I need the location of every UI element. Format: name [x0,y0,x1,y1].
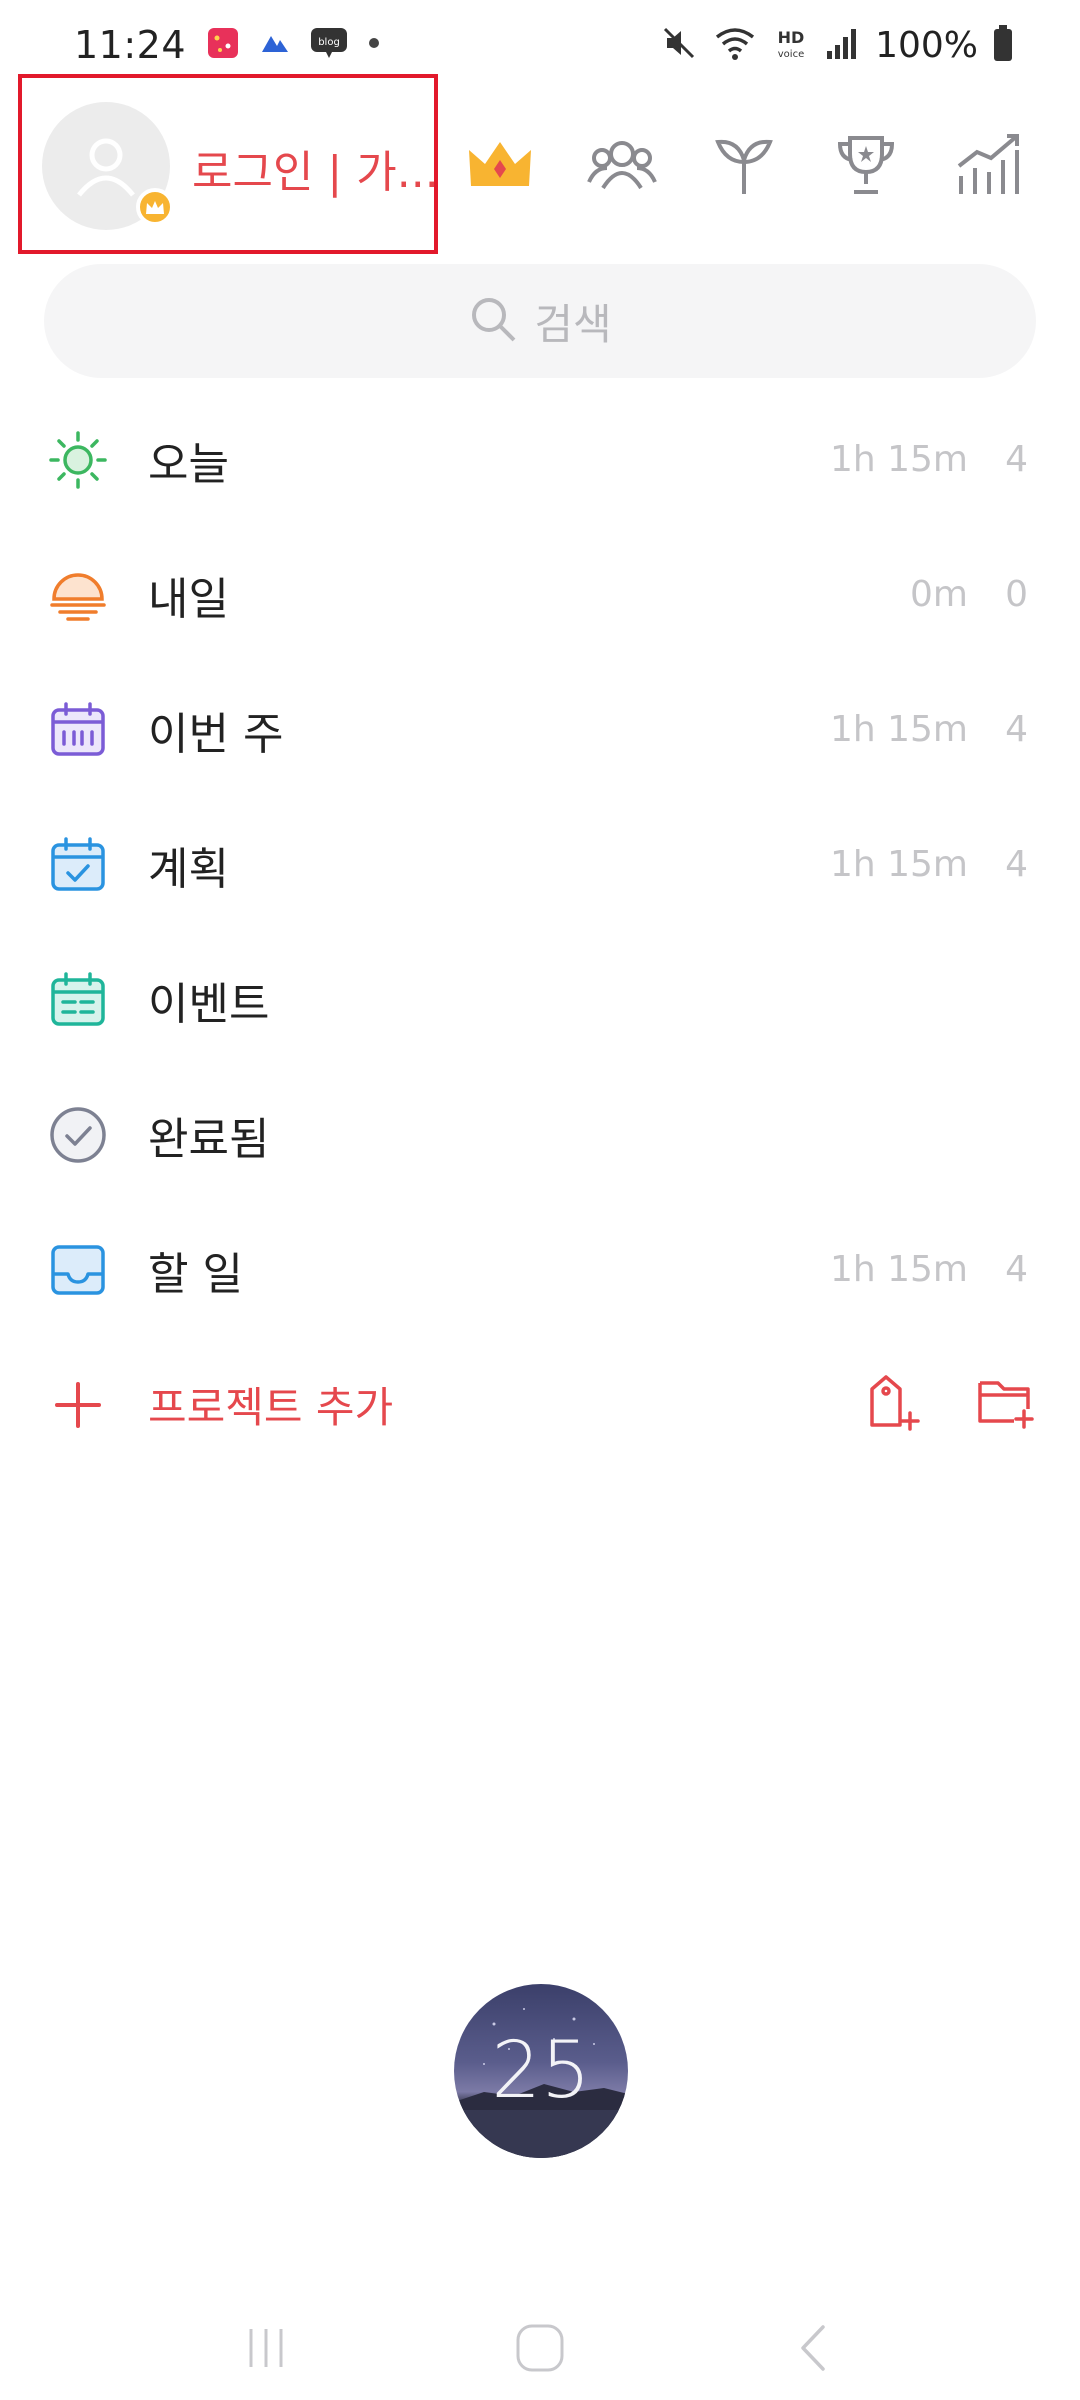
list-item-count: 4 [1005,439,1028,480]
svg-text:HD: HD [778,28,805,47]
focus-timer-button[interactable]: 25 [454,1984,628,2158]
login-label[interactable]: 로그인 | 가... [192,136,439,200]
svg-text:voice: voice [778,49,804,60]
sunrise-icon [48,565,108,625]
avatar[interactable] [42,102,174,230]
list-item-label: 내일 [148,573,229,625]
list-item-todo[interactable]: 할 일 1h 15m 4 [0,1202,1080,1337]
list-item-time: 1h 15m [829,439,968,480]
list-item-this-week[interactable]: 이번 주 1h 15m 4 [0,662,1080,797]
inbox-icon [48,1240,108,1300]
blog-icon-label: blog [318,37,340,48]
list-item-label: 이번 주 [148,708,284,760]
list-item-events[interactable]: 이벤트 [0,932,1080,1067]
list-item-time: 1h 15m [829,1249,968,1290]
trophy-icon[interactable] [824,122,908,206]
list-item-count: 0 [1005,574,1028,615]
battery-icon [992,24,1014,66]
list-item-label: 이벤트 [148,978,270,1030]
list-item-time: 1h 15m [829,709,968,750]
list-item-label: 계획 [148,843,229,895]
add-tag-icon[interactable] [866,1373,922,1437]
list-item-label: 완료됨 [148,1113,270,1165]
notification-icons: blog [206,26,382,64]
home-icon[interactable] [512,2320,568,2380]
list-item-count: 4 [1005,1249,1028,1290]
app-notif-icon [258,26,292,64]
add-folder-icon[interactable] [976,1373,1036,1437]
list-item-completed[interactable]: 완료됨 [0,1067,1080,1202]
recent-apps-icon[interactable] [241,2323,291,2377]
list-item-count: 4 [1005,709,1028,750]
list-item-plan[interactable]: 계획 1h 15m 4 [0,797,1080,932]
list-item-label: 오늘 [148,438,229,490]
mute-icon [659,23,699,67]
timer-value: 25 [491,2026,591,2116]
sprout-icon[interactable] [702,122,786,206]
status-time: 11:24 [74,23,187,67]
dot-icon [366,35,382,55]
add-project-button[interactable]: 프로젝트 추가 [148,1374,393,1435]
profile-login-button[interactable]: 로그인 | 가... [18,74,439,254]
battery-percent: 100% [875,24,978,66]
calendar-event-icon [48,970,108,1030]
list-item-time: 0m [910,574,968,615]
group-icon[interactable] [580,122,664,206]
blog-icon: blog [310,26,348,64]
system-nav-bar [0,2300,1080,2400]
check-circle-icon [48,1105,108,1165]
plus-icon[interactable] [48,1375,108,1435]
search-icon [468,294,518,348]
add-project-row: 프로젝트 추가 [0,1337,1080,1472]
stats-icon[interactable] [946,122,1030,206]
back-icon[interactable] [789,2323,839,2377]
list-item-tomorrow[interactable]: 내일 0m 0 [0,527,1080,662]
signal-icon [825,25,861,65]
list-item-label: 할 일 [148,1248,243,1300]
hd-voice-icon: HD voice [771,23,811,67]
smart-list: 오늘 1h 15m 4 내일 0m 0 이번 주 1h 15m 4 계획 1h … [0,392,1080,1472]
header: 로그인 | 가... [0,74,1080,254]
list-item-count: 4 [1005,844,1028,885]
calendar-week-icon [48,700,108,760]
user-icon [77,138,135,197]
list-item-today[interactable]: 오늘 1h 15m 4 [0,392,1080,527]
sun-icon [48,430,108,490]
list-item-time: 1h 15m [829,844,968,885]
calendar-notif-icon [206,26,240,64]
search-bar[interactable]: 검색 [44,264,1036,378]
calendar-check-icon [48,835,108,895]
search-placeholder: 검색 [534,299,612,349]
wifi-icon [713,23,757,67]
premium-badge-icon [136,188,174,226]
crown-icon[interactable] [458,122,542,206]
